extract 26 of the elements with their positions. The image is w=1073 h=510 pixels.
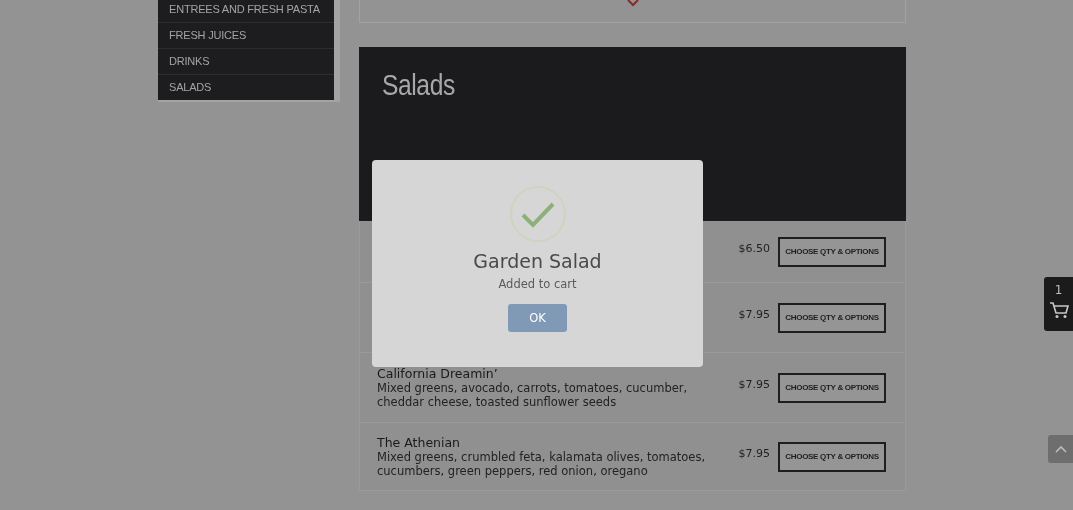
sidebar-item[interactable]: SALADS: [158, 74, 334, 100]
scroll-top-button[interactable]: [1048, 435, 1073, 463]
cart-icon: [1048, 301, 1069, 319]
choose-options-button[interactable]: CHOOSE QTY & OPTIONS: [778, 441, 886, 472]
choose-options-button[interactable]: CHOOSE QTY & OPTIONS: [778, 302, 886, 333]
item-description: Mixed greens, avocado, carrots, tomatoes, cucumber, cheddar cheese, toasted sunflower seeds: [377, 380, 689, 409]
chevron-icon: [626, 0, 639, 7]
item-name: California Dreamin’: [377, 366, 499, 381]
cart-button[interactable]: 1: [1044, 277, 1073, 331]
item-description: Mixed greens, crumbled feta, kalamata olives, tomatoes, cucumbers, green peppers, red onion, oregano: [377, 449, 707, 478]
sidebar-item[interactable]: DRINKS: [158, 48, 334, 74]
item-price: $6.50: [738, 242, 770, 255]
dialog-message: Added to cart: [498, 277, 577, 291]
item-price: $7.95: [738, 308, 770, 321]
item-price: $7.95: [738, 447, 770, 460]
sidebar-item[interactable]: FRESH JUICES: [158, 22, 334, 48]
chevron-up-icon: [1054, 445, 1067, 453]
check-circle-icon: [508, 185, 567, 243]
sidebar-item[interactable]: ENTREES AND FRESH PASTA: [158, 0, 334, 22]
cart-count: 1: [1054, 283, 1063, 297]
choose-options-button[interactable]: CHOOSE QTY & OPTIONS: [778, 372, 886, 403]
choose-options-button[interactable]: CHOOSE QTY & OPTIONS: [778, 236, 886, 267]
section-title: Salads: [382, 69, 455, 102]
item-price: $7.95: [738, 378, 770, 391]
dialog-title: Garden Salad: [473, 250, 602, 272]
item-name: The Athenian: [377, 435, 462, 450]
